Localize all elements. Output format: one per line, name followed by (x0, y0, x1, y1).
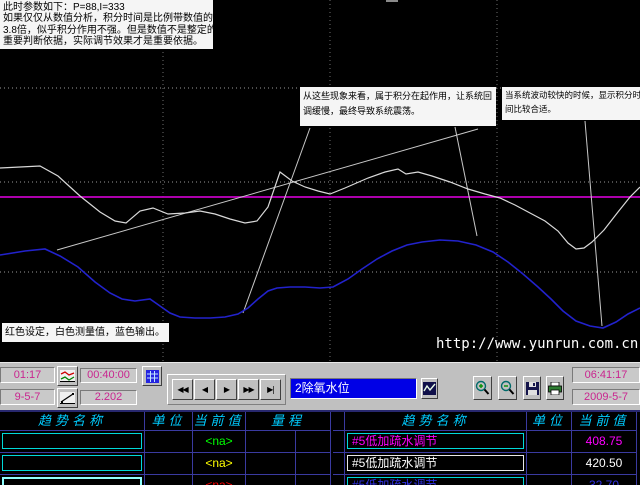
end-date-field: 2009-5-7 (572, 389, 640, 405)
range-low-cell (246, 475, 296, 485)
annotation-line: 间比较合适。 (505, 103, 637, 117)
rewind-button[interactable]: ◀◀ (172, 379, 193, 400)
trend-curves-icon (60, 370, 75, 382)
scale-line-icon (60, 392, 75, 404)
spacer-cell (333, 475, 345, 485)
zoom-in-button[interactable] (473, 376, 492, 400)
current-value-cell: <na> (193, 475, 246, 485)
time-span-field: 00:40:00 (80, 368, 137, 383)
spacer-cell (333, 453, 345, 475)
scale-line-button[interactable] (57, 388, 78, 408)
annotation-line: 重要判断依据，实际调节效果才是重要依据。 (3, 36, 210, 47)
annotation-box-parameters: 此时参数如下：P=88,I=333 如果仅仅从数值分析，积分时间是比例带数值的 … (0, 0, 213, 49)
table-cell: #5低加疏水调节 (345, 431, 527, 453)
table-cell: #5低加疏水调节 (345, 453, 527, 475)
current-value-cell: 32.70 (572, 475, 637, 485)
table-cell (0, 453, 145, 475)
playback-panel: ◀◀ ◀ ▶ ▶▶ ▶| (167, 374, 286, 405)
zoom-in-icon (475, 380, 490, 396)
end-time-field: 06:41:17 (572, 367, 640, 383)
left-table-header-name: 趋势名称 (0, 412, 145, 431)
trend-select-field[interactable]: 2除氧水位 (290, 378, 417, 399)
zoom-out-icon (500, 380, 515, 396)
annotation-box-integral: 从这些现象来看，属于积分在起作用，让系统回 调缓慢，最终导致系统震荡。 (300, 87, 496, 126)
right-table-header-value: 当前值 (572, 412, 637, 431)
color-legend-note: 红色设定，白色测量值，蓝色输出。 (2, 323, 169, 342)
annotation-box-oscillation: 当系统波动较快的时候，显示积分时 间比较合适。 (502, 87, 640, 120)
range-low-cell (246, 453, 296, 475)
trend-name-cell[interactable] (2, 477, 142, 485)
top-tick-mark (386, 0, 398, 2)
trend-data-tables: 趋势名称 单位 当前值 量程 <na> <na> <na> 趋势名称 单位 当前… (0, 410, 640, 485)
current-value-cell: 420.50 (572, 453, 637, 475)
annotation-line: 3.8倍，似乎积分作用不强。但是数值不是整定的 (3, 25, 210, 36)
range-high-cell (296, 475, 331, 485)
cursor-value-field: 2.202 (80, 390, 137, 405)
left-table-header-value: 当前值 (193, 412, 246, 431)
range-low-cell (246, 431, 296, 453)
trend-name-cell[interactable] (2, 433, 142, 449)
annotation-line: 当系统波动较快的时候，显示积分时 (505, 89, 637, 103)
table-cell: #5低加疏水调节 (345, 475, 527, 485)
trend-name-cell[interactable]: #5低加疏水调节 (347, 433, 524, 449)
fast-forward-button[interactable]: ▶▶ (238, 379, 259, 400)
save-icon (526, 382, 539, 395)
unit-cell (527, 475, 572, 485)
spacer-cell (333, 412, 345, 431)
trend-name-cell[interactable]: #5低加疏水调节 (347, 477, 524, 485)
trend-name-cell[interactable]: #5低加疏水调节 (347, 455, 524, 471)
watermark-url: http://www.yunrun.com.cn (436, 336, 640, 354)
annotation-line: 调缓慢，最终导致系统震荡。 (303, 104, 493, 119)
unit-cell (145, 475, 193, 485)
save-button[interactable] (523, 376, 541, 400)
trend-chart-svg (0, 0, 640, 362)
unit-cell (145, 453, 193, 475)
toolbar: 01:17 9-5-7 00:40:00 2.202 (0, 362, 640, 410)
step-back-button[interactable]: ◀ (194, 379, 215, 400)
current-value-cell: 408.75 (572, 431, 637, 453)
annotation-line: 从这些现象来看，属于积分在起作用，让系统回 (303, 89, 493, 104)
range-high-cell (296, 453, 331, 475)
left-table-header-range: 量程 (246, 412, 331, 431)
start-date-field: 9-5-7 (0, 389, 55, 405)
start-time-field: 01:17 (0, 367, 55, 383)
left-table-header-unit: 单位 (145, 412, 193, 431)
unit-cell (145, 431, 193, 453)
unit-cell (527, 453, 572, 475)
trend-name-cell[interactable] (2, 455, 142, 471)
range-high-cell (296, 431, 331, 453)
annotation-line: 此时参数如下：P=88,I=333 (3, 2, 210, 13)
right-table-header-unit: 单位 (527, 412, 572, 431)
current-value-cell: <na> (193, 431, 246, 453)
table-cell (0, 475, 145, 485)
spacer-cell (333, 431, 345, 453)
right-table-header-name: 趋势名称 (345, 412, 527, 431)
step-forward-button[interactable]: ▶ (216, 379, 237, 400)
annotation-line: 如果仅仅从数值分析，积分时间是比例带数值的 (3, 13, 210, 24)
unit-cell (527, 431, 572, 453)
current-value-cell: <na> (193, 453, 246, 475)
trend-viewer-window: 此时参数如下：P=88,I=333 如果仅仅从数值分析，积分时间是比例带数值的 … (0, 0, 640, 485)
print-icon (548, 382, 562, 395)
table-cell (0, 431, 145, 453)
chart-view-icon (423, 382, 436, 395)
value-table-button[interactable] (142, 366, 162, 386)
trend-curves-button[interactable] (57, 366, 78, 386)
value-table-icon (146, 370, 159, 383)
zoom-out-button[interactable] (498, 376, 517, 400)
print-button[interactable] (546, 376, 564, 400)
chart-view-button[interactable] (421, 378, 438, 399)
go-to-end-button[interactable]: ▶| (260, 379, 281, 400)
trend-chart-area[interactable]: 此时参数如下：P=88,I=333 如果仅仅从数值分析，积分时间是比例带数值的 … (0, 0, 640, 362)
